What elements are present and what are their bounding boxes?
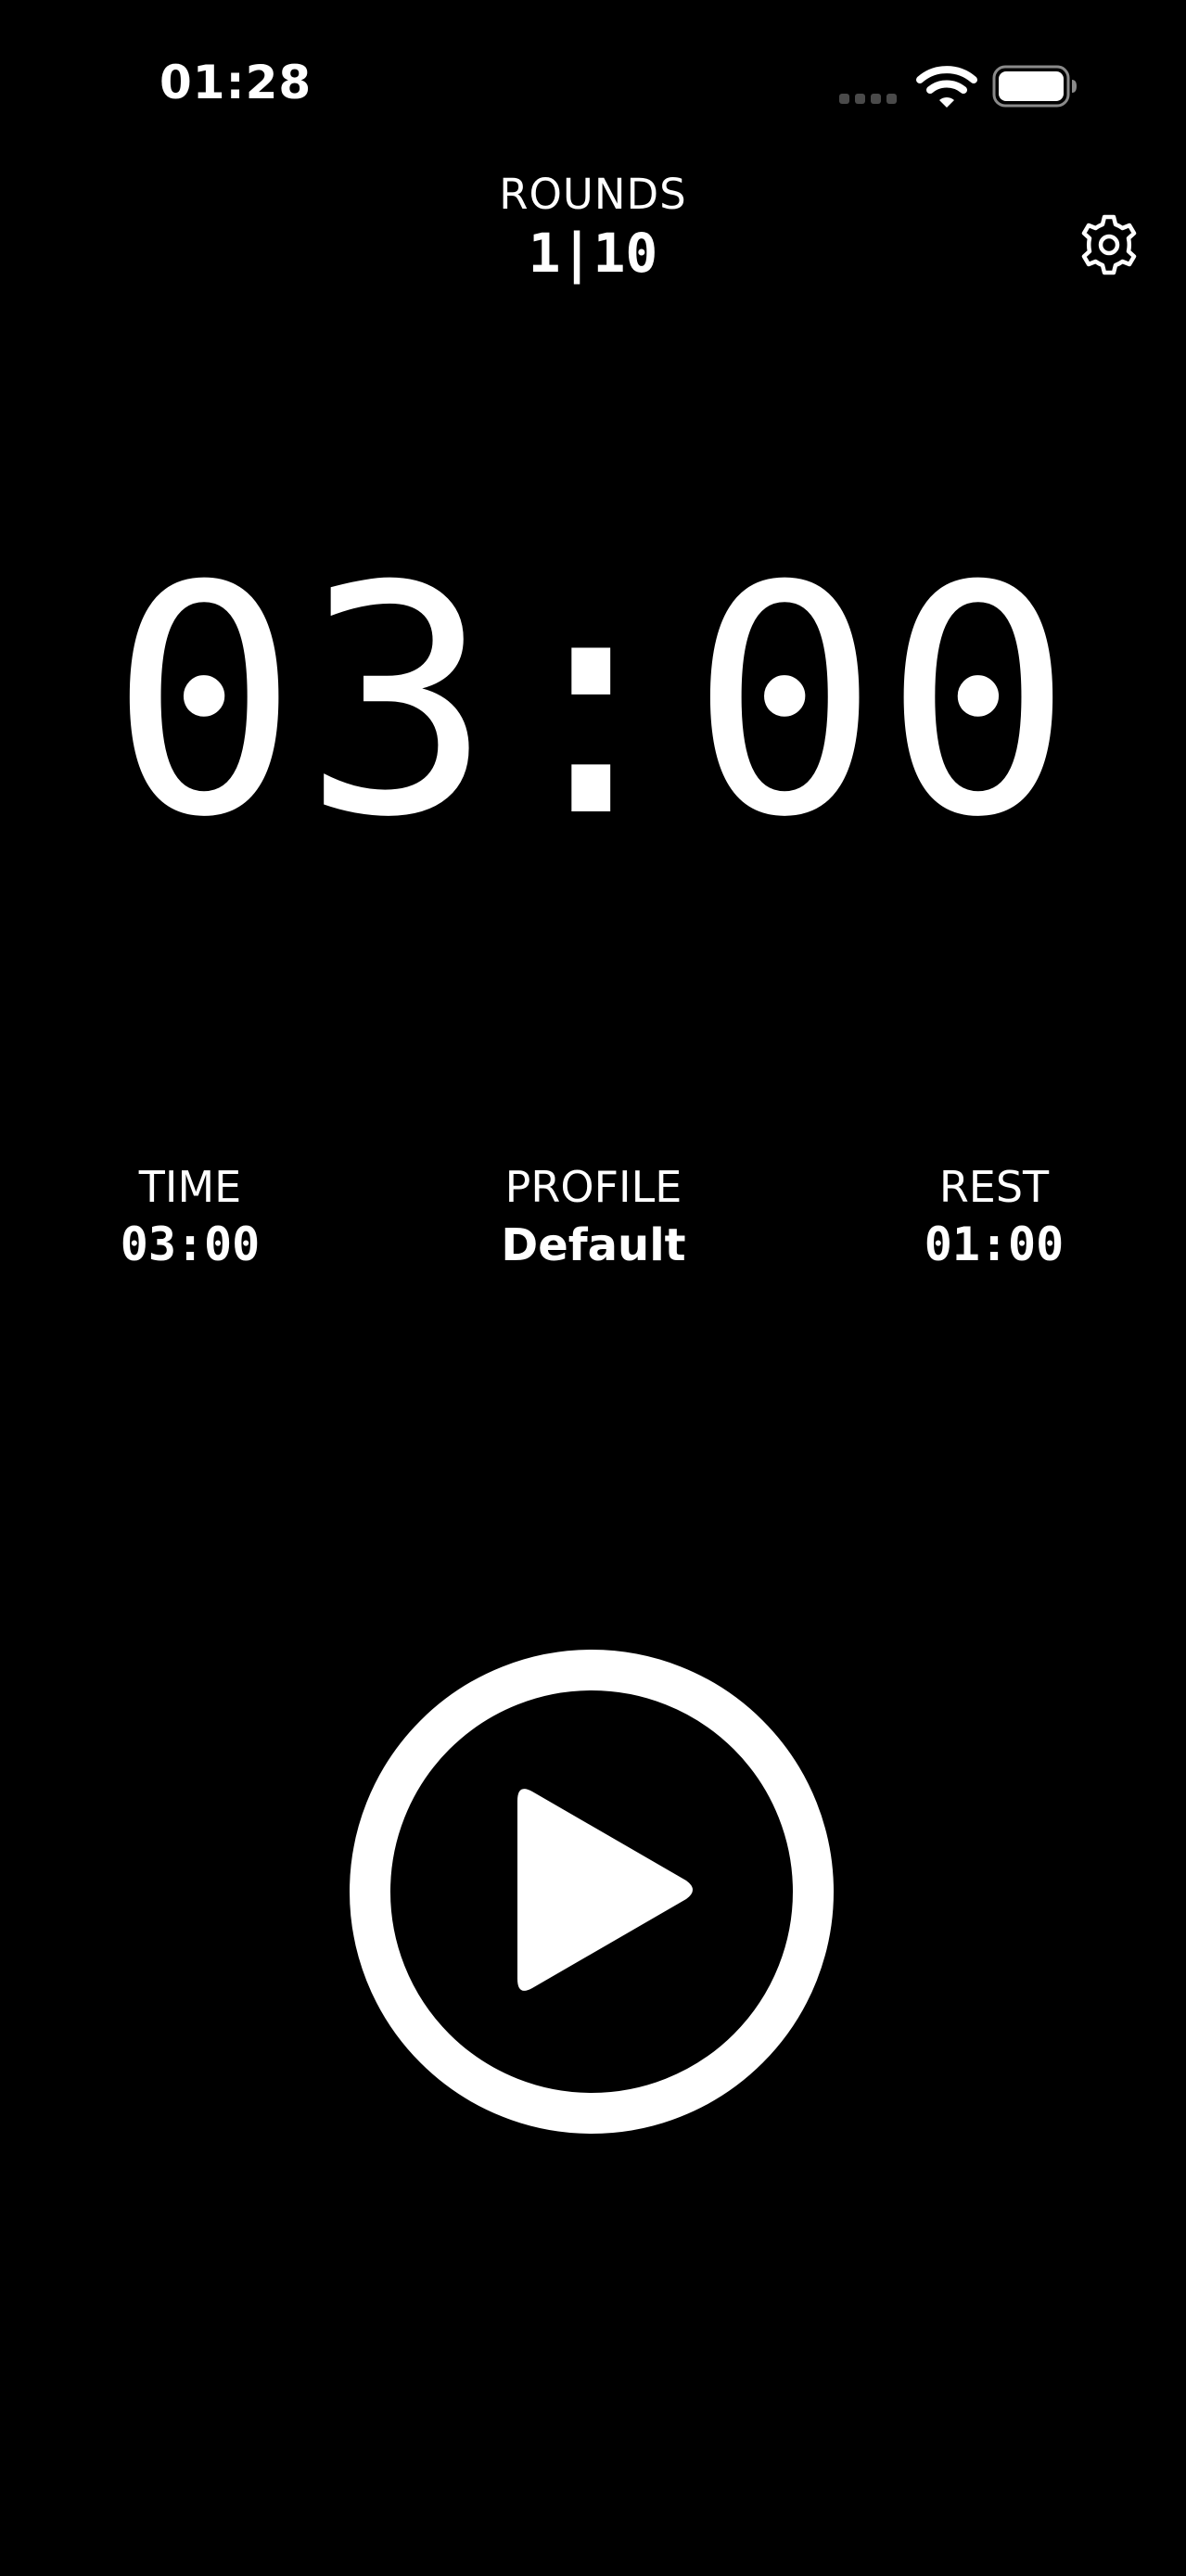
rounds-indicator: ROUNDS 1|10 <box>0 169 1186 286</box>
rest-setting[interactable]: REST 01:00 <box>846 1159 1142 1274</box>
profile-label: PROFILE <box>504 1162 682 1212</box>
time-value: 03:00 <box>120 1218 261 1271</box>
signal-dot <box>886 94 897 104</box>
rounds-value: 1|10 <box>528 222 658 285</box>
profile-setting[interactable]: PROFILE Default <box>445 1159 742 1276</box>
time-label: TIME <box>138 1162 242 1212</box>
wifi-icon <box>916 66 977 108</box>
battery-icon <box>992 65 1077 108</box>
status-bar-time: 01:28 <box>159 56 312 109</box>
signal-dot <box>871 94 881 104</box>
signal-icon <box>839 94 897 104</box>
rest-label: REST <box>938 1162 1050 1212</box>
signal-dot <box>855 94 865 104</box>
rounds-label: ROUNDS <box>499 170 687 219</box>
play-button[interactable] <box>349 1649 835 2135</box>
gear-icon[interactable] <box>1076 211 1142 278</box>
signal-dot <box>839 94 849 104</box>
time-setting[interactable]: TIME 03:00 <box>42 1159 338 1274</box>
profile-value: Default <box>501 1219 686 1271</box>
timer-display: 03:00 <box>108 519 1078 886</box>
rest-value: 01:00 <box>924 1218 1065 1271</box>
play-icon <box>517 1789 693 1991</box>
